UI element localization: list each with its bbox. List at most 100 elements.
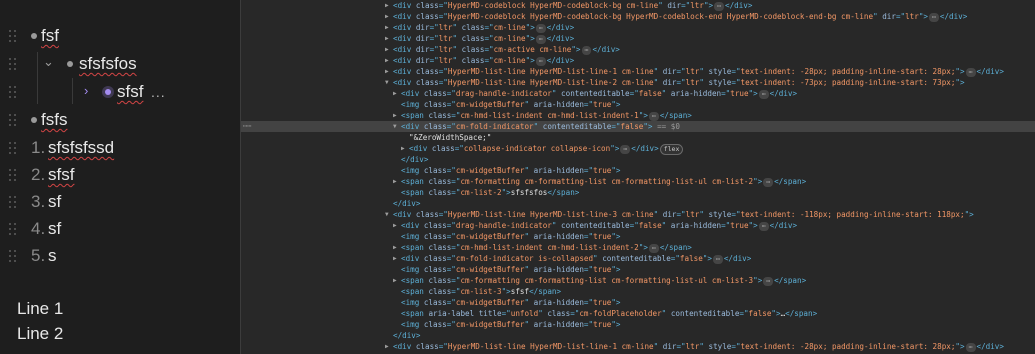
drag-handle-icon[interactable] [9, 250, 17, 263]
drag-handle-icon[interactable] [9, 142, 17, 155]
bullet-collapsed-icon[interactable] [105, 89, 111, 95]
collapsed-children-badge[interactable]: ⋯ [714, 2, 725, 11]
expand-triangle-right-icon[interactable]: ▶ [393, 275, 397, 286]
dom-tree-node[interactable]: ▶ <div class="drag-handle-indicator" cont… [241, 88, 1035, 99]
dom-tree-node[interactable]: ▶ <div class="HyperMD-list-line HyperMD-l… [241, 66, 1035, 77]
drag-handle-icon[interactable] [9, 196, 17, 209]
dom-tree-node[interactable]: ▶ <span class="cm-formatting cm-formattin… [241, 275, 1035, 286]
expand-triangle-right-icon[interactable]: ▶ [393, 253, 397, 264]
ordered-list-item[interactable]: 4. sf [0, 216, 240, 242]
collapsed-children-badge[interactable]: ⋯ [758, 90, 769, 99]
fold-placeholder[interactable]: ... [151, 84, 166, 100]
dom-tree-node[interactable]: ▶ <div class="HyperMD-codeblock HyperMD-c… [241, 0, 1035, 11]
expand-triangle-right-icon[interactable]: ▶ [385, 44, 389, 55]
collapsed-children-badge[interactable]: ⋯ [535, 35, 546, 44]
drag-handle-icon[interactable] [9, 30, 17, 43]
expand-triangle-right-icon[interactable]: ▶ [385, 341, 389, 352]
drag-handle-icon[interactable] [9, 223, 17, 236]
bullet-icon[interactable] [31, 33, 37, 39]
expand-triangle-right-icon[interactable]: ▶ [385, 22, 389, 33]
dom-tree-node[interactable]: ▶ <span class="cm-hmd-list-indent cm-hmd-… [241, 110, 1035, 121]
collapsed-children-badge[interactable]: ⋯ [928, 13, 939, 22]
dom-tree-node[interactable]: <img class="cm-widgetBuffer" aria-hidden… [241, 319, 1035, 330]
collapsed-children-badge[interactable]: ⋯ [535, 24, 546, 33]
chevron-down-icon[interactable]: ⌄ [43, 54, 54, 70]
expand-triangle-down-icon[interactable]: ▼ [393, 121, 397, 132]
list-item-text[interactable]: fsf [41, 26, 59, 46]
dom-tree-node[interactable]: </div> [241, 330, 1035, 341]
dom-tree-node[interactable]: ▶ <div class="HyperMD-codeblock HyperMD-c… [241, 11, 1035, 22]
collapsed-children-badge[interactable]: ⋯ [648, 244, 659, 253]
dom-tree-node[interactable]: <img class="cm-widgetBuffer" aria-hidden… [241, 297, 1035, 308]
dom-tree-node[interactable]: ▶ <div class="cm-fold-indicator is-collap… [241, 253, 1035, 264]
expand-triangle-right-icon[interactable]: ▶ [393, 88, 397, 99]
list-item-text[interactable]: sfsfsfos [79, 54, 137, 74]
list-item-text[interactable]: sfsf [48, 165, 74, 185]
dom-tree-node[interactable]: ▶ <span class="cm-formatting cm-formattin… [241, 176, 1035, 187]
expand-triangle-right-icon[interactable]: ▶ [401, 143, 405, 154]
dom-tree-node[interactable]: <span class="cm-list-2">sfsfsfos</span> [241, 187, 1035, 198]
dom-tree-node[interactable]: ▶ <div class="HyperMD-list-line HyperMD-l… [241, 341, 1035, 352]
ordered-list-item[interactable]: 3. sf [0, 189, 240, 215]
expand-triangle-right-icon[interactable]: ▶ [385, 11, 389, 22]
expand-triangle-right-icon[interactable]: ▶ [393, 110, 397, 121]
expand-triangle-right-icon[interactable]: ▶ [393, 220, 397, 231]
dom-tree-node-selected[interactable]: ⋯⋯ ▼ <div class="cm-fold-indicator" conten… [241, 121, 1035, 132]
expand-triangle-right-icon[interactable]: ▶ [385, 0, 389, 11]
list-item-text[interactable]: sfsf [117, 82, 143, 102]
dom-tree-node[interactable]: ▶ <div dir="ltr" class="cm-line"> ⋯ </div> [241, 22, 1035, 33]
dom-tree-node[interactable]: "&ZeroWidthSpace;" [241, 132, 1035, 143]
bullet-icon[interactable] [31, 117, 37, 123]
expand-triangle-down-icon[interactable]: ▼ [385, 77, 389, 88]
drag-handle-icon[interactable] [9, 169, 17, 182]
dom-tree-node[interactable]: </div> [241, 154, 1035, 165]
collapsed-children-badge[interactable]: ⋯ [581, 46, 592, 55]
expand-triangle-right-icon[interactable]: ▶ [393, 242, 397, 253]
dom-tree-node[interactable]: <img class="cm-widgetBuffer" aria-hidden… [241, 165, 1035, 176]
collapsed-children-badge[interactable]: ⋯ [965, 343, 976, 352]
dom-tree-node[interactable]: ▶ <div dir="ltr" class="cm-line"> ⋯ </div> [241, 33, 1035, 44]
dom-tree-node[interactable]: ▼ <div class="HyperMD-list-line HyperMD-l… [241, 209, 1035, 220]
expand-triangle-right-icon[interactable]: ▶ [385, 66, 389, 77]
paragraph-text[interactable]: Line 1 [17, 299, 63, 319]
expand-triangle-right-icon[interactable]: ▶ [393, 176, 397, 187]
dom-tree-node[interactable]: <img class="cm-widgetBuffer" aria-hidden… [241, 99, 1035, 110]
chevron-right-icon[interactable]: › [84, 83, 88, 98]
list-item-text[interactable]: fsfs [41, 110, 67, 130]
list-item[interactable]: › sfsf ... [0, 79, 240, 105]
ordered-list-item[interactable]: 5. s [0, 243, 240, 269]
list-item[interactable]: fsf [0, 23, 240, 49]
dom-tree-node[interactable]: ▶ <div class="drag-handle-indicator" cont… [241, 220, 1035, 231]
bullet-icon[interactable] [67, 61, 73, 67]
dom-tree-node[interactable]: ▶ <div dir="ltr" class="cm-active cm-line… [241, 44, 1035, 55]
collapsed-children-badge[interactable]: ⋯ [763, 178, 774, 187]
collapsed-children-badge[interactable]: ⋯ [648, 112, 659, 121]
collapsed-children-badge[interactable]: ⋯ [758, 222, 769, 231]
list-item-text[interactable]: sf [48, 219, 61, 239]
dom-tree-node[interactable]: <img class="cm-widgetBuffer" aria-hidden… [241, 231, 1035, 242]
list-item-text[interactable]: sf [48, 192, 61, 212]
markdown-editor[interactable]: fsf ⌄ sfsfsfos › sfsf ... fsfs 1. sfsfsf… [0, 0, 240, 354]
ordered-list-item[interactable]: 2. sfsf [0, 162, 240, 188]
collapsed-children-badge[interactable]: ⋯ [965, 68, 976, 77]
list-item-text[interactable]: sfsfsfssd [48, 138, 114, 158]
paragraph-line[interactable]: Line 1 [0, 296, 240, 322]
expand-triangle-right-icon[interactable]: ▶ [385, 33, 389, 44]
dom-tree-node[interactable]: <img class="cm-widgetBuffer" aria-hidden… [241, 264, 1035, 275]
dom-tree-node[interactable]: ▶ <div dir="ltr" class="cm-line"> ⋯ </div> [241, 55, 1035, 66]
paragraph-text[interactable]: Line 2 [17, 324, 63, 344]
dom-tree-node[interactable]: ▶ <div class="collapse-indicator collapse… [241, 143, 1035, 155]
devtools-elements-panel[interactable]: ▶ <div class="HyperMD-codeblock HyperMD-c… [240, 0, 1035, 354]
collapsed-children-badge[interactable]: ⋯ [763, 277, 774, 286]
list-item-text[interactable]: s [48, 246, 57, 266]
ordered-list-item[interactable]: 1. sfsfsfssd [0, 135, 240, 161]
paragraph-line[interactable]: Line 2 [0, 321, 240, 347]
collapsed-children-badge[interactable]: ⋯ [535, 57, 546, 66]
dom-tree-node[interactable]: ▼ <div class="HyperMD-list-line HyperMD-l… [241, 77, 1035, 88]
expand-triangle-right-icon[interactable]: ▶ [385, 55, 389, 66]
dom-tree-node[interactable]: ▶ <span class="cm-hmd-list-indent cm-hmd-… [241, 242, 1035, 253]
dom-tree-node[interactable]: <span aria-label title="unfold" class="c… [241, 308, 1035, 319]
collapsed-children-badge[interactable]: ⋯ [712, 255, 723, 264]
list-item[interactable]: ⌄ sfsfsfos [0, 51, 240, 77]
drag-handle-icon[interactable] [9, 86, 17, 99]
